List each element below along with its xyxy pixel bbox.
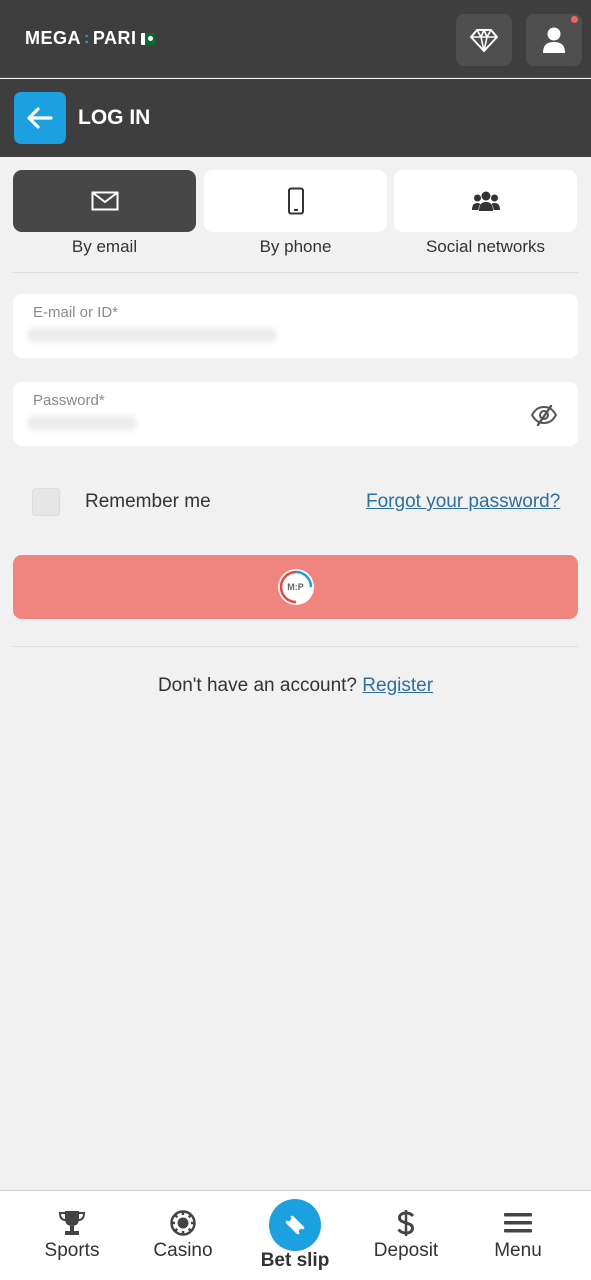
register-link[interactable]: Register xyxy=(362,675,433,696)
users-icon xyxy=(471,191,500,211)
nav-menu[interactable]: Menu xyxy=(459,1191,577,1280)
top-header: MEGA : PARI xyxy=(0,0,591,78)
divider xyxy=(13,272,578,273)
trophy-icon xyxy=(58,1209,86,1237)
email-field-value-redacted xyxy=(27,328,277,342)
bottom-navigation: Sports Casino Bet slip Deposit Menu xyxy=(0,1190,591,1280)
forgot-password-link[interactable]: Forgot your password? xyxy=(366,491,560,513)
nav-casino[interactable]: Casino xyxy=(124,1191,242,1280)
tab-label-social: Social networks xyxy=(425,237,546,256)
nav-sports-label: Sports xyxy=(44,1240,100,1261)
tab-by-phone[interactable] xyxy=(204,170,387,232)
casino-chip-icon xyxy=(169,1209,197,1237)
logo-text-pari: PARI xyxy=(92,28,137,48)
user-icon xyxy=(543,27,565,53)
phone-icon xyxy=(287,187,304,215)
hamburger-icon xyxy=(504,1209,532,1237)
register-prompt: Don't have an account? Register xyxy=(0,675,591,697)
page-header: LOG IN xyxy=(0,79,591,157)
login-button[interactable]: M:P xyxy=(13,555,578,619)
password-field-value-redacted xyxy=(27,416,137,430)
eye-slash-icon[interactable] xyxy=(530,404,558,426)
password-field[interactable]: Password* xyxy=(13,382,578,446)
tab-social-networks[interactable] xyxy=(394,170,577,232)
email-field[interactable]: E-mail or ID* xyxy=(13,294,578,358)
tab-label-phone: By phone xyxy=(259,237,332,256)
account-button[interactable] xyxy=(526,14,582,66)
diamond-icon xyxy=(470,29,498,52)
nav-casino-label: Casino xyxy=(153,1240,213,1261)
back-button[interactable] xyxy=(14,92,66,144)
arrow-left-icon xyxy=(27,107,53,129)
nav-deposit-label: Deposit xyxy=(373,1240,439,1261)
ticket-icon xyxy=(269,1199,321,1251)
megapari-logo[interactable]: MEGA : PARI xyxy=(25,28,155,49)
logo-text-mega: MEGA xyxy=(25,28,81,48)
nav-menu-label: Menu xyxy=(494,1240,542,1261)
vip-diamond-button[interactable] xyxy=(456,14,512,66)
remember-me-checkbox[interactable] xyxy=(32,488,60,516)
register-question: Don't have an account? xyxy=(157,675,363,696)
nav-bet-slip[interactable]: Bet slip xyxy=(236,1191,354,1280)
envelope-icon xyxy=(91,191,118,211)
page-title: LOG IN xyxy=(78,106,151,129)
loading-spinner-icon: M:P xyxy=(277,569,314,605)
tab-by-email[interactable] xyxy=(13,170,196,232)
nav-sports[interactable]: Sports xyxy=(13,1191,131,1280)
tab-label-email: By email xyxy=(71,237,138,256)
nav-bet-slip-label: Bet slip xyxy=(260,1250,330,1271)
password-field-label: Password* xyxy=(33,392,105,409)
notification-dot xyxy=(571,16,578,23)
nav-deposit[interactable]: Deposit xyxy=(347,1191,465,1280)
dollar-icon xyxy=(392,1209,420,1237)
divider xyxy=(13,646,578,647)
remember-me-label[interactable]: Remember me xyxy=(85,491,211,513)
email-field-label: E-mail or ID* xyxy=(33,304,119,321)
logo-separator: : xyxy=(84,29,90,47)
pakistan-flag-icon xyxy=(140,32,155,45)
